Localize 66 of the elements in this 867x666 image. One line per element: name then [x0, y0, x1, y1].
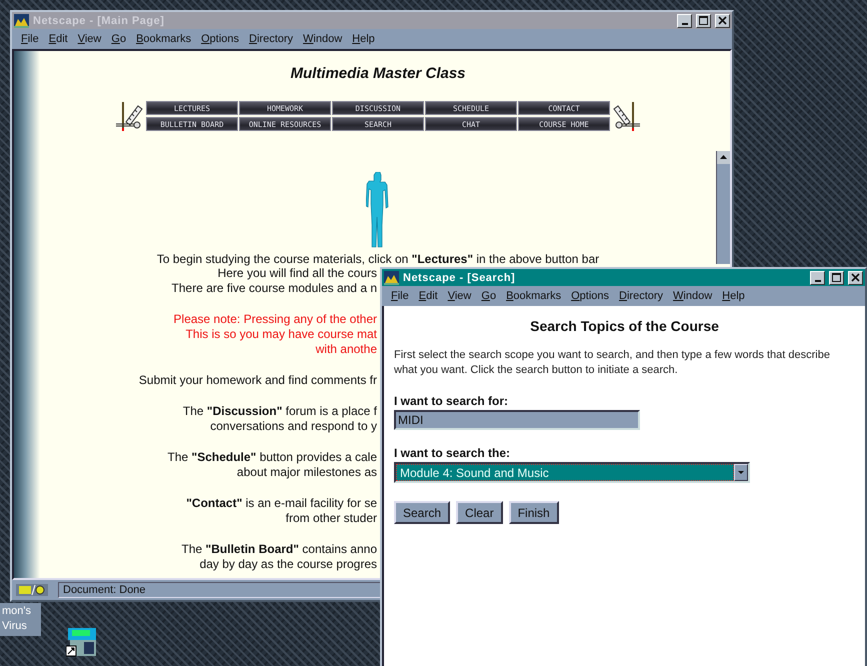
app-logo-icon: [384, 270, 399, 284]
page-heading: Multimedia Master Class: [290, 65, 466, 82]
menu-item[interactable]: Go: [106, 33, 132, 45]
menu-item[interactable]: View: [442, 290, 476, 302]
minimize-button[interactable]: [677, 14, 692, 28]
notice-text: Please note: Pressing any of the other: [174, 312, 377, 327]
drafting-tools-icon: [114, 100, 144, 132]
body-text: "Contact" is an e-mail facility for se: [186, 496, 377, 511]
form-button[interactable]: Search: [394, 501, 450, 524]
body-text: about major milestones as: [236, 465, 377, 480]
body-text: from other studer: [286, 511, 377, 526]
scope-select[interactable]: Module 4: Sound and Music: [394, 462, 750, 483]
menu-item[interactable]: Options: [566, 290, 614, 302]
minimize-icon: [682, 22, 688, 24]
body-text: conversations and respond to y: [210, 419, 377, 434]
menu-item[interactable]: Edit: [44, 33, 73, 45]
form-button[interactable]: Finish: [508, 501, 559, 524]
maximize-icon: [832, 273, 841, 282]
human-figure-icon: [366, 172, 390, 248]
app-logo-icon: [14, 14, 29, 28]
menu-item[interactable]: Directory: [244, 33, 298, 45]
body-text: The "Bulletin Board" contains anno: [182, 542, 377, 557]
field-label: I want to search for:: [394, 394, 510, 408]
menu-item[interactable]: Window: [298, 33, 348, 45]
notice-text: with anothe: [316, 342, 377, 357]
scrollbar[interactable]: [716, 151, 730, 264]
menu-item[interactable]: Directory: [614, 290, 668, 302]
menu-item[interactable]: File: [16, 33, 44, 45]
close-button[interactable]: [848, 270, 863, 284]
close-icon: [851, 273, 860, 282]
printer-icon[interactable]: [66, 628, 98, 658]
body-text: Submit your homework and find comments fr: [138, 373, 377, 388]
menu-item[interactable]: Window: [668, 290, 718, 302]
menu-item[interactable]: Options: [196, 33, 244, 45]
dropdown-button[interactable]: [734, 464, 748, 481]
maximize-icon: [699, 16, 708, 25]
close-icon: [718, 16, 727, 25]
drafting-tools-icon: [612, 100, 642, 132]
menu-item[interactable]: Help: [347, 33, 380, 45]
intro-text: To begin studying the course materials, click on "Lectures" in the above button bar: [156, 252, 600, 266]
maximize-button[interactable]: [696, 14, 711, 28]
search-heading: Search Topics of the Course: [529, 318, 720, 334]
body-text: day by day as the course progres: [200, 557, 377, 572]
menu-item[interactable]: Go: [476, 290, 502, 302]
menu-item[interactable]: Bookmarks: [501, 290, 566, 302]
menu-item[interactable]: File: [386, 290, 414, 302]
form-button[interactable]: Clear: [456, 501, 503, 524]
security-key-icon: [16, 584, 48, 596]
caret-icon: [738, 471, 744, 474]
notice-text: This is so you may have course mat: [186, 327, 377, 342]
body-text: There are five course modules and a n: [172, 281, 377, 296]
minimize-icon: [814, 280, 820, 282]
body-text: The "Schedule" button provides a cale: [168, 450, 377, 465]
body-text: The "Discussion" forum is a place f: [182, 404, 377, 419]
field-label: I want to search the:: [394, 446, 512, 460]
maximize-button[interactable]: [829, 270, 844, 284]
close-button[interactable]: [715, 14, 730, 28]
menu-item[interactable]: View: [72, 33, 106, 45]
menu-item[interactable]: Bookmarks: [131, 33, 196, 45]
minimize-button[interactable]: [810, 270, 825, 284]
menu-item[interactable]: Help: [717, 290, 750, 302]
instructions-text: First select the search scope you want to search, and then type a few words that describe what you want. Click the search button to initiate a search.: [394, 348, 831, 378]
menu-item[interactable]: Edit: [414, 290, 443, 302]
body-text: Here you will find all the cours: [218, 266, 377, 281]
search-input[interactable]: MIDI: [394, 410, 640, 430]
window-title: Netscape - [Search]: [403, 272, 516, 284]
